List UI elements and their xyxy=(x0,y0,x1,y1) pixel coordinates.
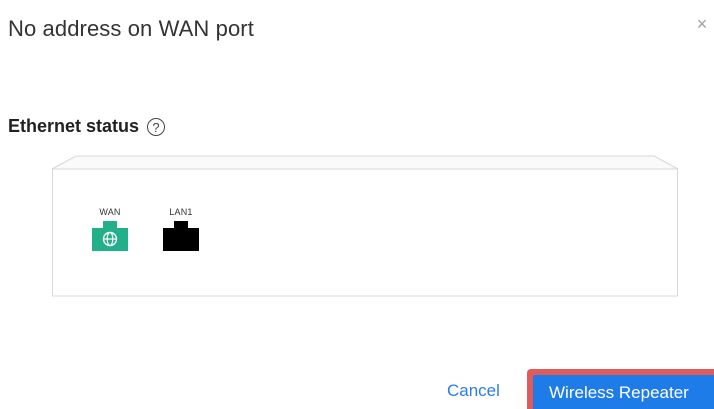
cancel-button[interactable]: Cancel xyxy=(447,381,500,401)
port-wan: WAN xyxy=(92,207,128,251)
close-icon[interactable]: × xyxy=(692,14,712,34)
port-lan1: LAN1 xyxy=(163,207,199,251)
port-label: WAN xyxy=(99,207,121,217)
wireless-repeater-button[interactable]: Wireless Repeater xyxy=(527,369,714,409)
ethernet-status-heading: Ethernet status ? xyxy=(8,116,166,137)
dialog-title: No address on WAN port xyxy=(8,16,254,41)
globe-icon xyxy=(92,221,128,251)
wireless-repeater-label: Wireless Repeater xyxy=(533,375,714,409)
router-frame xyxy=(52,155,678,297)
section-title: Ethernet status xyxy=(8,116,140,136)
help-icon[interactable]: ? xyxy=(147,117,166,136)
dialog: No address on WAN port × Ethernet status… xyxy=(0,0,714,409)
ethernet-port-icon xyxy=(163,221,199,251)
router-device-illustration: WAN LAN1 xyxy=(52,155,678,297)
port-label: LAN1 xyxy=(169,207,193,217)
